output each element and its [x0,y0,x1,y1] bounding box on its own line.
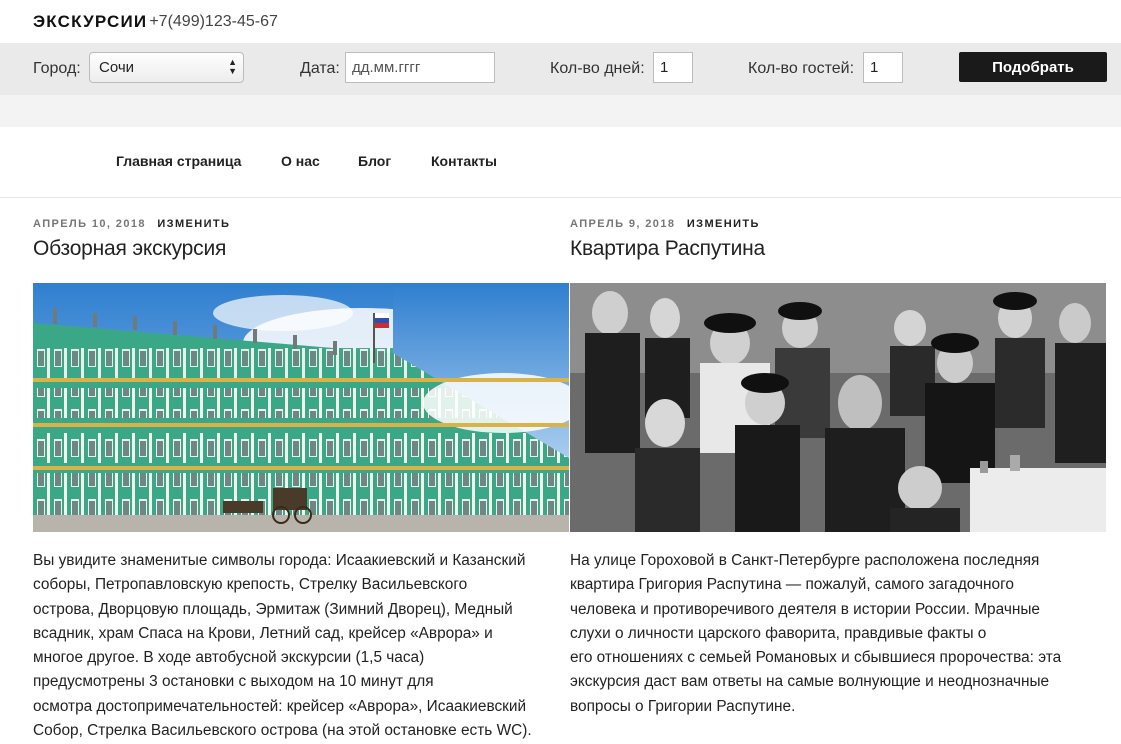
guests-input[interactable]: 1 [863,52,903,83]
nav-item-contacts[interactable]: Контакты [431,153,497,169]
guests-label: Кол-во гостей: [748,60,855,77]
submit-button[interactable]: Подобрать [959,52,1107,82]
post-image-rasputin-photo[interactable] [570,283,1106,532]
post-meta: АПРЕЛЬ 10, 2018 ИЗМЕНИТЬ [33,218,569,230]
nav-item-home[interactable]: Главная страница [116,153,241,169]
select-arrows-icon: ▲ ▼ [228,57,237,76]
site-phone: +7(499)123-45-67 [149,12,278,30]
guests-input-value: 1 [870,59,879,76]
city-select-value: Сочи [99,59,135,76]
days-input[interactable]: 1 [653,52,693,83]
post-date[interactable]: АПРЕЛЬ 9, 2018 [570,218,675,230]
date-label: Дата: [300,60,340,77]
post-excerpt: На улице Гороховой в Санкт-Петербурге ра… [570,552,1062,715]
city-select[interactable]: Сочи ▲ ▼ [89,52,244,83]
nav-item-about[interactable]: О нас [281,153,320,169]
post-image-winter-palace[interactable] [33,283,569,532]
days-input-value: 1 [660,59,669,76]
header-band [0,95,1121,127]
post-edit-link[interactable]: ИЗМЕНИТЬ [687,218,760,230]
site-header: ЭКСКУРСИИ +7(499)123-45-67 [0,0,1121,43]
post-date[interactable]: АПРЕЛЬ 10, 2018 [33,218,146,230]
post-edit-link[interactable]: ИЗМЕНИТЬ [157,218,230,230]
site-title[interactable]: ЭКСКУРСИИ [33,12,147,32]
post-card: АПРЕЛЬ 10, 2018 ИЗМЕНИТЬ Обзорная экскур… [33,218,569,739]
post-card: АПРЕЛЬ 9, 2018 ИЗМЕНИТЬ Квартира Распути… [570,218,1106,715]
main-nav: Главная страница О нас Блог Контакты [0,127,1121,198]
nav-item-blog[interactable]: Блог [358,153,391,169]
date-input-placeholder: дд.мм.гггг [352,59,421,76]
search-filter-bar: Город: Сочи ▲ ▼ Дата: дд.мм.гггг Кол-во д… [0,43,1121,95]
days-label: Кол-во дней: [550,60,645,77]
date-input[interactable]: дд.мм.гггг [345,52,495,83]
city-label: Город: [33,60,81,77]
post-title[interactable]: Обзорная экскурсия [33,237,569,261]
post-title[interactable]: Квартира Распутина [570,237,1106,261]
post-excerpt: Вы увидите знаменитые символы города: Ис… [33,552,532,740]
post-meta: АПРЕЛЬ 9, 2018 ИЗМЕНИТЬ [570,218,1106,230]
